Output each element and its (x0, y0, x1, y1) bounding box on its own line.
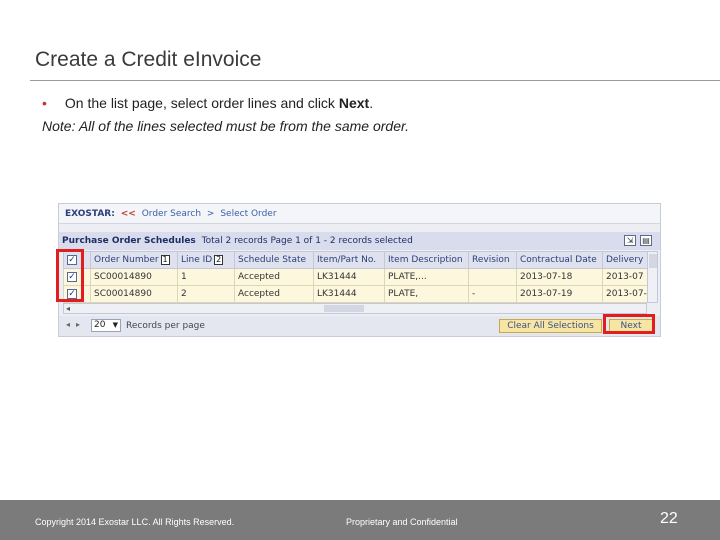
app-screenshot: EXOSTAR: << Order Search > Select Order … (58, 203, 661, 337)
slide-title: Create a Credit eInvoice (35, 48, 262, 71)
cell-revision: - (468, 285, 517, 303)
pager: ◂ ▸ (63, 319, 83, 331)
horizontal-scroll-thumb[interactable] (324, 305, 364, 312)
vertical-scroll-thumb[interactable] (649, 254, 657, 268)
cell-order-number: SC00014890 (90, 285, 178, 303)
cell-schedule-state: Accepted (234, 285, 314, 303)
cell-schedule-state: Accepted (234, 268, 314, 286)
settings-icon[interactable]: ▤ (640, 235, 652, 246)
table-row[interactable]: ✓ SC00014890 2 Accepted LK31444 PLATE, -… (63, 285, 648, 303)
bullet-end: . (369, 95, 374, 111)
cell-delivery: 2013-07- (602, 285, 648, 303)
back-arrows-link[interactable]: << (121, 209, 136, 219)
proprietary-text: Proprietary and Confidential (346, 517, 458, 527)
horizontal-scrollbar[interactable]: ◂ (63, 303, 647, 314)
vertical-scrollbar[interactable] (647, 251, 658, 303)
cell-order-number: SC00014890 (90, 268, 178, 286)
page-size-select[interactable]: 20 ▼ (91, 319, 121, 332)
col-revision[interactable]: Revision (468, 251, 517, 269)
cell-item-part-no: LK31444 (313, 285, 385, 303)
cell-contractual-date: 2013-07-19 (516, 285, 603, 303)
table-footer: ◂ ▸ 20 ▼ Records per page Clear All Selec… (59, 316, 660, 336)
col-schedule-state[interactable]: Schedule State (234, 251, 314, 269)
chevron-down-icon: ▼ (112, 321, 118, 329)
instruction-bullet: • On the list page, select order lines an… (42, 95, 373, 111)
brand-logo: EXOSTAR: (65, 209, 115, 219)
sort-priority-1-icon: 1 (160, 255, 170, 265)
next-page-icon[interactable]: ▸ (73, 319, 83, 331)
col-contractual-date[interactable]: Contractual Date (516, 251, 603, 269)
col-line-id[interactable]: Line ID 2 (177, 251, 235, 269)
bullet-dot: • (42, 95, 47, 111)
checkbox-highlight-box (56, 249, 84, 302)
cell-line-id: 1 (177, 268, 235, 286)
sort-priority-2-icon: 2 (214, 255, 224, 265)
breadcrumb-order-search[interactable]: Order Search (142, 209, 201, 219)
order-schedule-table: ✓ Order Number 1 Line ID 2 Schedule State … (63, 251, 648, 303)
cell-item-description: PLATE, (384, 285, 469, 303)
cell-item-part-no: LK31444 (313, 268, 385, 286)
scroll-left-icon[interactable]: ◂ (66, 304, 70, 313)
page-number: 22 (660, 510, 678, 527)
note-text: Note: All of the lines selected must be … (42, 118, 410, 134)
section-title: Purchase Order Schedules (62, 236, 196, 246)
copyright-text: Copyright 2014 Exostar LLC. All Rights R… (35, 517, 235, 527)
records-info: Total 2 records Page 1 of 1 - 2 records … (201, 236, 413, 246)
page-size-value: 20 (94, 320, 106, 330)
records-per-page-label: Records per page (126, 321, 205, 331)
col-item-part-no[interactable]: Item/Part No. (313, 251, 385, 269)
col-order-number[interactable]: Order Number 1 (90, 251, 178, 269)
header-tools: ⇲ ▤ (620, 235, 652, 246)
next-highlight-box (603, 314, 655, 334)
col-delivery[interactable]: Delivery (602, 251, 648, 269)
cell-delivery: 2013-07 (602, 268, 648, 286)
cell-item-description: PLATE,... (384, 268, 469, 286)
bullet-bold-next: Next (338, 95, 370, 111)
cell-line-id: 2 (177, 285, 235, 303)
export-icon[interactable]: ⇲ (624, 235, 636, 246)
clear-all-selections-button[interactable]: Clear All Selections (499, 319, 602, 333)
col-item-description[interactable]: Item Description (384, 251, 469, 269)
prev-page-icon[interactable]: ◂ (63, 319, 73, 331)
breadcrumb-select-order: Select Order (220, 209, 277, 219)
breadcrumb-separator: > (206, 209, 215, 219)
breadcrumb: EXOSTAR: << Order Search > Select Order (59, 204, 660, 224)
cell-contractual-date: 2013-07-18 (516, 268, 603, 286)
title-divider (30, 80, 720, 81)
table-header-row: ✓ Order Number 1 Line ID 2 Schedule State … (63, 251, 648, 269)
bullet-text: On the list page, select order lines and… (64, 95, 339, 111)
table-row[interactable]: ✓ SC00014890 1 Accepted LK31444 PLATE,..… (63, 268, 648, 286)
cell-revision (468, 268, 517, 286)
section-header: Purchase Order Schedules Total 2 records… (59, 232, 660, 250)
